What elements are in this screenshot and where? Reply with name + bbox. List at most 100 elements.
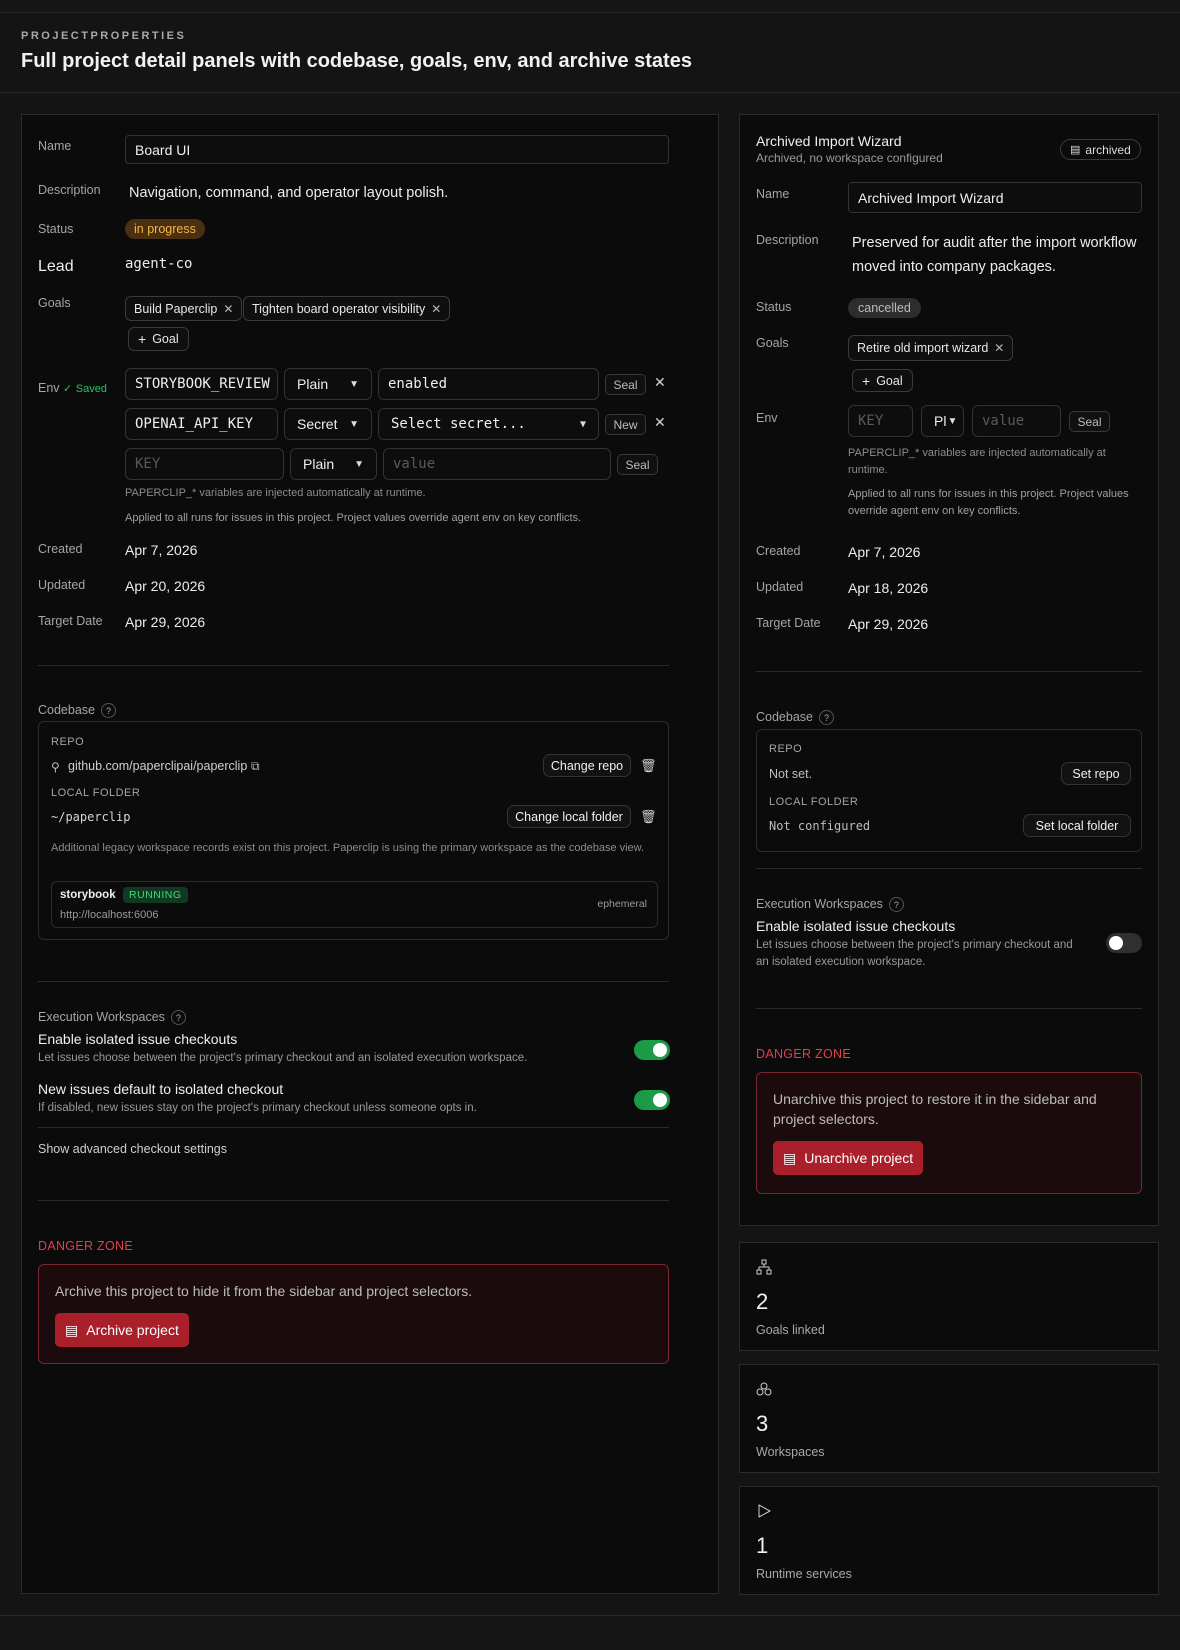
add-goal-button[interactable]: + Goal: [852, 369, 913, 392]
description-label: Description: [756, 233, 819, 247]
cubes-icon: [756, 1382, 772, 1396]
danger-zone-title: DANGER ZONE: [38, 1239, 133, 1253]
danger-zone-box: Unarchive this project to restore it in …: [756, 1072, 1142, 1194]
env-seal-button[interactable]: Seal: [1069, 411, 1110, 432]
name-input[interactable]: Archived Import Wizard: [848, 182, 1142, 213]
target-date-value[interactable]: Apr 29, 2026: [848, 616, 928, 632]
env-secret-select[interactable]: Select secret... ▼: [378, 408, 599, 440]
env-type-select[interactable]: Pl ▼: [921, 405, 964, 437]
chevron-down-icon: ▼: [579, 418, 586, 430]
env-key-input[interactable]: KEY: [848, 405, 913, 437]
divider: [38, 665, 669, 666]
env-key-input[interactable]: STORYBOOK_REVIEW: [125, 368, 278, 400]
env-value-input[interactable]: enabled: [378, 368, 599, 400]
remove-env-icon[interactable]: ✕: [654, 414, 666, 431]
status-badge[interactable]: in progress: [125, 219, 205, 239]
env-type-value: Pl: [934, 413, 947, 429]
goal-chip[interactable]: Retire old import wizard ✕: [848, 335, 1014, 361]
divider: [38, 981, 669, 982]
env-secret-value: Select secret...: [391, 416, 526, 432]
env-type-value: Plain: [297, 376, 329, 392]
help-icon[interactable]: ?: [819, 710, 834, 726]
env-seal-button[interactable]: Seal: [617, 454, 658, 475]
lead-label: Lead: [38, 258, 74, 275]
isolated-checkouts-title: Enable isolated issue checkouts: [38, 1031, 238, 1047]
external-link-icon[interactable]: ⧉: [251, 759, 260, 774]
repo-label: REPO: [769, 743, 803, 755]
change-repo-button[interactable]: Change repo: [543, 754, 631, 777]
default-isolated-toggle[interactable]: [634, 1090, 670, 1110]
stat-label: Workspaces: [756, 1445, 825, 1459]
target-date-value[interactable]: Apr 29, 2026: [125, 614, 205, 630]
isolated-checkouts-desc: Let issues choose between the project's …: [38, 1052, 528, 1064]
env-hint-applied: Applied to all runs for issues in this p…: [125, 512, 582, 524]
remove-goal-icon[interactable]: ✕: [431, 302, 441, 316]
unarchive-project-button[interactable]: ▤ Unarchive project: [773, 1141, 924, 1175]
divider: [38, 1127, 669, 1128]
created-label: Created: [38, 542, 83, 556]
name-label: Name: [756, 187, 790, 201]
local-folder-value: Not configured: [769, 819, 871, 833]
updated-label: Updated: [38, 578, 86, 592]
page-frame: PROJECTPROPERTIES Full project detail pa…: [0, 12, 1180, 1616]
help-icon[interactable]: ?: [170, 1010, 186, 1026]
archive-project-button[interactable]: ▤ Archive project: [55, 1313, 189, 1347]
runtime-service-row[interactable]: storybook RUNNING http://localhost:6006 …: [51, 881, 658, 928]
name-input[interactable]: Board UI: [125, 135, 669, 164]
remove-goal-icon[interactable]: ✕: [994, 341, 1004, 355]
goal-chip[interactable]: Tighten board operator visibility ✕: [243, 296, 451, 321]
set-repo-button[interactable]: Set repo: [1061, 762, 1131, 785]
archive-button-label: Archive project: [86, 1322, 179, 1338]
created-value: Apr 7, 2026: [848, 544, 921, 560]
execution-workspaces-title: Execution Workspaces?: [38, 1010, 186, 1026]
isolated-checkouts-toggle[interactable]: [634, 1040, 670, 1060]
repo-link[interactable]: github.com/paperclipai/paperclip: [68, 759, 247, 773]
unarchive-icon: ▤: [783, 1149, 797, 1166]
execution-title-text: Execution Workspaces: [756, 897, 883, 911]
local-folder-label: LOCAL FOLDER: [769, 796, 859, 808]
env-hint-runtime: PAPERCLIP_* variables are injected autom…: [848, 447, 1106, 476]
local-folder-path: ~/paperclip: [51, 810, 131, 824]
env-value-input[interactable]: value: [383, 448, 611, 480]
remove-env-icon[interactable]: ✕: [654, 374, 666, 391]
show-advanced-settings-link[interactable]: Show advanced checkout settings: [38, 1142, 227, 1156]
default-isolated-title: New issues default to isolated checkout: [38, 1081, 284, 1097]
env-type-select[interactable]: Secret ▼: [284, 408, 372, 440]
env-value-input[interactable]: value: [972, 405, 1061, 437]
env-label-text: Env: [38, 381, 60, 395]
codebase-title: Codebase?: [756, 710, 834, 726]
env-type-select[interactable]: Plain ▼: [284, 368, 372, 400]
env-new-secret-button[interactable]: New: [605, 414, 646, 435]
env-type-select[interactable]: Plain ▼: [290, 448, 377, 480]
goal-chip[interactable]: Build Paperclip ✕: [125, 296, 243, 321]
github-icon: ⚲: [51, 760, 60, 774]
add-goal-button[interactable]: + Goal: [128, 327, 189, 351]
service-url[interactable]: http://localhost:6006: [60, 909, 158, 921]
goal-chip-label: Build Paperclip: [134, 301, 218, 316]
env-seal-button[interactable]: Seal: [605, 374, 646, 395]
trash-icon[interactable]: 🗑: [640, 809, 657, 825]
lead-value[interactable]: agent-co: [125, 256, 192, 272]
help-icon[interactable]: ?: [101, 703, 116, 719]
updated-label: Updated: [756, 580, 804, 594]
status-badge[interactable]: cancelled: [848, 298, 921, 318]
created-label: Created: [756, 544, 801, 558]
set-local-folder-button[interactable]: Set local folder: [1023, 814, 1131, 837]
target-date-label: Target Date: [756, 616, 821, 630]
trash-icon[interactable]: 🗑: [640, 758, 657, 774]
description-label: Description: [38, 183, 101, 197]
toggle-knob: [653, 1093, 667, 1107]
page-title: Full project detail panels with codebase…: [21, 50, 692, 72]
env-key-input[interactable]: OPENAI_API_KEY: [125, 408, 278, 440]
codebase-title-text: Codebase: [38, 703, 95, 717]
stat-label: Runtime services: [756, 1567, 852, 1581]
updated-value: Apr 20, 2026: [125, 578, 206, 594]
change-local-folder-button[interactable]: Change local folder: [507, 805, 631, 828]
page-header: PROJECTPROPERTIES Full project detail pa…: [0, 13, 1180, 93]
description-text[interactable]: Preserved for audit after the import wor…: [852, 231, 1142, 279]
description-text[interactable]: Navigation, command, and operator layout…: [129, 185, 448, 201]
help-icon[interactable]: ?: [888, 897, 904, 913]
remove-goal-icon[interactable]: ✕: [223, 302, 233, 316]
isolated-checkouts-toggle[interactable]: [1106, 933, 1142, 953]
env-key-input[interactable]: KEY: [125, 448, 284, 480]
